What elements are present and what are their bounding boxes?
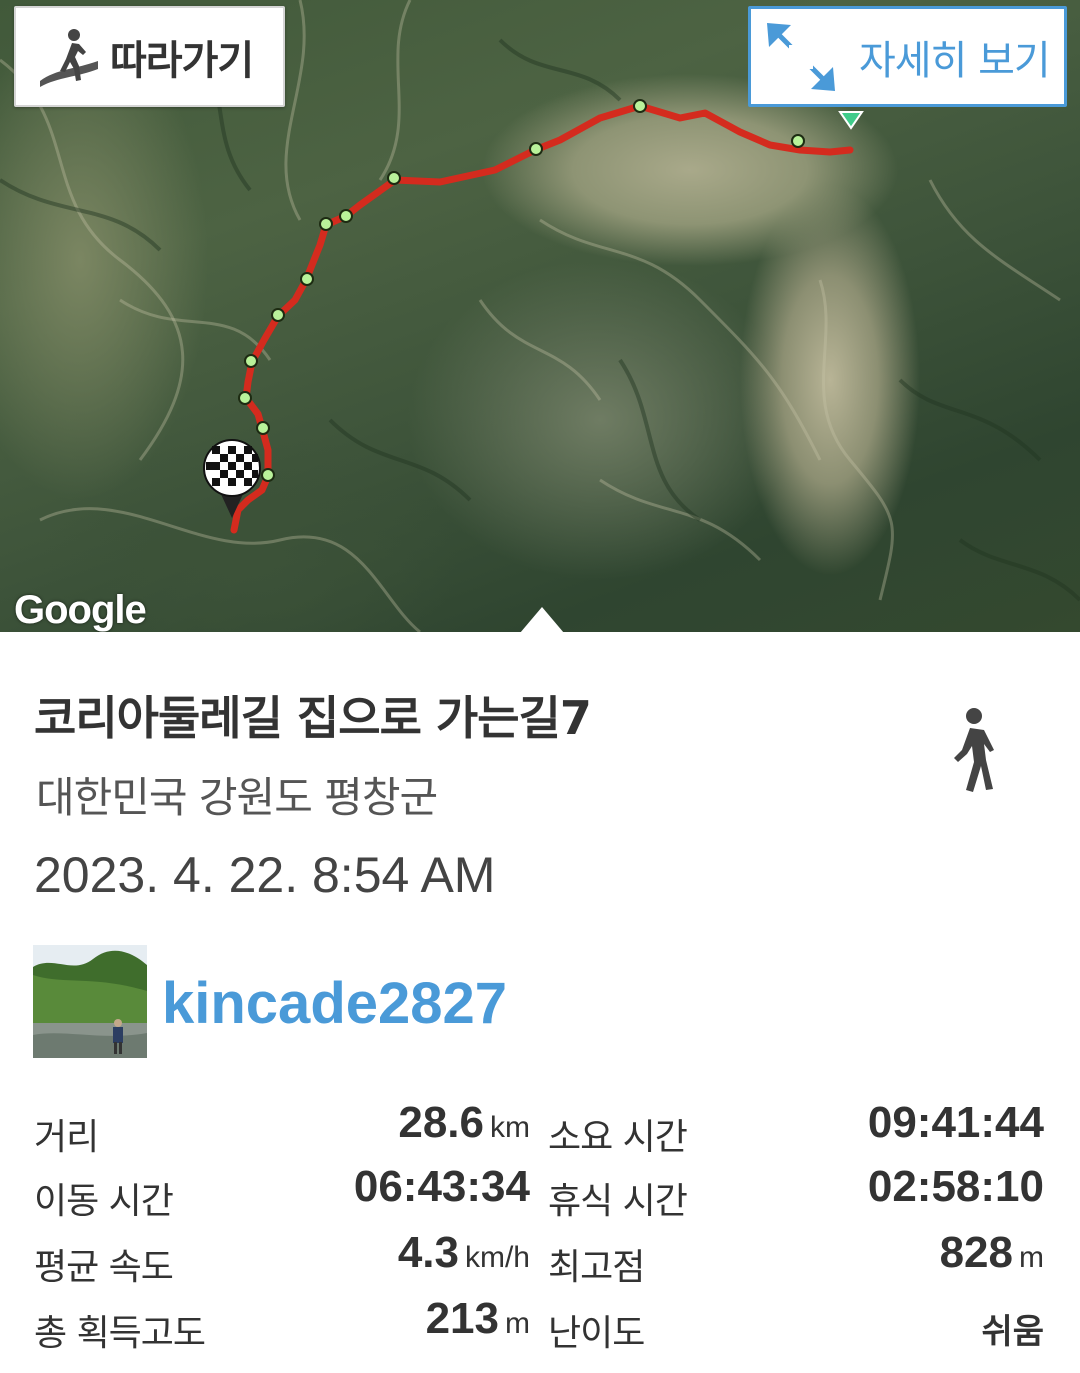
stat-label: 이동 시간 bbox=[34, 1181, 174, 1222]
view-details-button[interactable]: 자세히 보기 bbox=[748, 6, 1067, 107]
track-info-panel: 코리아둘레길 집으로 가는길7 대한민국 강원도 평창군 2023. 4. 22… bbox=[0, 632, 1080, 1373]
google-logo: Google bbox=[14, 588, 147, 632]
stat-value: 4.3 km/h bbox=[397, 1228, 530, 1277]
track-location: 대한민국 강원도 평창군 bbox=[36, 773, 438, 822]
stat-label: 난이도 bbox=[548, 1313, 645, 1354]
username-link[interactable]: kincade2827 bbox=[162, 970, 507, 1037]
follow-button[interactable]: 따라가기 bbox=[14, 6, 285, 107]
avatar[interactable] bbox=[33, 945, 147, 1058]
stat-row: 평균 속도 4.3 km/h 최고점 828 m bbox=[0, 1228, 1080, 1288]
stat-value: 28.6 km bbox=[398, 1098, 530, 1147]
hiker-icon bbox=[40, 28, 98, 87]
start-marker-icon bbox=[838, 111, 864, 130]
stat-label: 휴식 시간 bbox=[548, 1181, 688, 1222]
stat-label: 거리 bbox=[34, 1117, 99, 1158]
difficulty-value: 쉬움 bbox=[981, 1312, 1044, 1352]
checkered-flag-icon[interactable] bbox=[203, 439, 261, 518]
stat-row: 이동 시간 06:43:34 휴식 시간 02:58:10 bbox=[0, 1162, 1080, 1222]
stat-label: 총 획득고도 bbox=[34, 1313, 206, 1354]
stat-value: 06:43:34 bbox=[353, 1162, 530, 1211]
stat-value: 09:41:44 bbox=[867, 1098, 1044, 1147]
stat-value: 02:58:10 bbox=[867, 1162, 1044, 1211]
stat-row: 거리 28.6 km 소요 시간 09:41:44 bbox=[0, 1098, 1080, 1158]
map-view[interactable]: 따라가기 자세히 보기 Google bbox=[0, 0, 1080, 632]
stat-label: 평균 속도 bbox=[34, 1247, 174, 1288]
stat-value: 213 m bbox=[425, 1294, 530, 1343]
expand-arrows-icon bbox=[767, 22, 835, 91]
stat-value: 828 m bbox=[939, 1228, 1044, 1277]
info-pointer bbox=[520, 607, 564, 632]
follow-label: 따라가기 bbox=[110, 37, 254, 84]
stat-row: 총 획득고도 213 m 난이도 쉬움 bbox=[0, 1294, 1080, 1354]
avatar-photo bbox=[33, 945, 147, 1058]
walking-person-icon bbox=[954, 708, 994, 792]
track-datetime: 2023. 4. 22. 8:54 AM bbox=[34, 847, 496, 903]
route-line bbox=[230, 102, 854, 534]
view-details-label: 자세히 보기 bbox=[859, 37, 1051, 84]
track-title: 코리아둘레길 집으로 가는길7 bbox=[34, 691, 592, 745]
stat-label: 소요 시간 bbox=[548, 1117, 688, 1158]
stat-label: 최고점 bbox=[548, 1247, 645, 1288]
